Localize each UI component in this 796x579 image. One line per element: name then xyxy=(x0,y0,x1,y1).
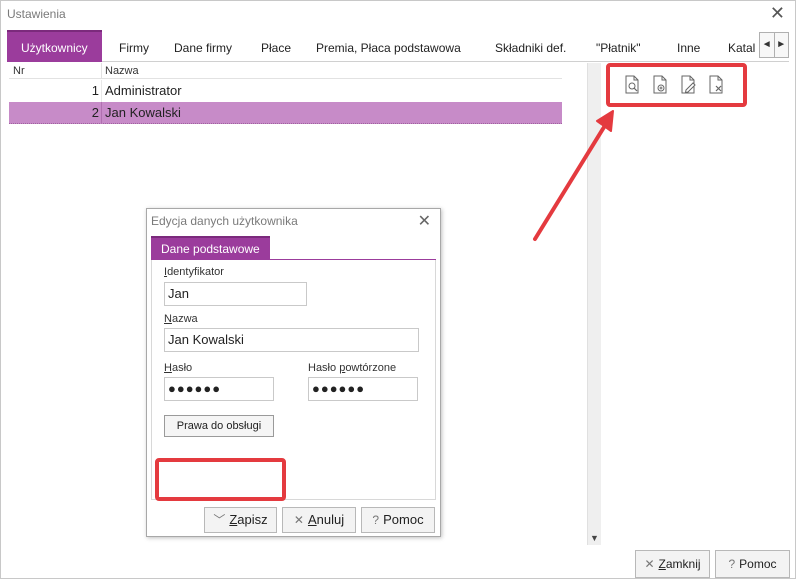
name-label: Nazwa xyxy=(164,313,198,325)
chevron-down-icon: ﹀ xyxy=(213,513,226,527)
column-header-name[interactable]: Nazwa xyxy=(105,65,139,77)
row-name: Administrator xyxy=(105,83,182,98)
tab-scroll-left-icon[interactable]: ◄ xyxy=(760,33,775,57)
help-icon: ? xyxy=(728,557,736,571)
dialog-title: Edycja danych użytkownika xyxy=(151,214,298,228)
tab-catalogs[interactable]: Katal xyxy=(728,34,758,62)
identifier-label: Identyfikator xyxy=(164,266,224,278)
rights-button-highlight xyxy=(155,458,286,501)
table-row-selected[interactable]: 2 Jan Kowalski xyxy=(9,102,562,124)
row-nr: 2 xyxy=(91,105,99,120)
tab-defined-components[interactable]: Składniki def. xyxy=(495,34,566,62)
dialog-form: Identyfikator Jan Nazwa Jan Kowalski Has… xyxy=(151,260,436,501)
password-label: Hasło xyxy=(164,362,193,374)
tab-platnik[interactable]: "Płatnik" xyxy=(596,34,641,62)
main-help-button[interactable]: ? Pomoc xyxy=(715,550,790,578)
identifier-field[interactable]: Jan xyxy=(164,282,307,306)
help-button[interactable]: ? Pomoc xyxy=(361,507,435,533)
tab-scroll-right-icon[interactable]: ► xyxy=(775,33,789,57)
cancel-button[interactable]: ✕ Anuluj xyxy=(282,507,356,533)
grid-header: Nr Nazwa xyxy=(9,63,562,79)
password-repeat-label: Hasło powtórzone xyxy=(308,362,397,374)
tab-users[interactable]: Użytkownicy xyxy=(7,30,102,62)
annotation-arrow xyxy=(533,110,614,241)
row-nr: 1 xyxy=(91,83,99,98)
settings-window: Ustawienia ✕ Użytkownicy Firmy Dane firm… xyxy=(0,0,796,579)
column-header-nr[interactable]: Nr xyxy=(13,65,25,77)
cancel-icon: ✕ xyxy=(293,513,304,527)
close-icon[interactable]: ✕ xyxy=(770,4,785,22)
tab-scroll-buttons: ◄ ► xyxy=(759,32,789,58)
toolbar-highlight xyxy=(606,63,747,107)
tab-companies[interactable]: Firmy xyxy=(119,34,149,62)
preview-document-icon[interactable] xyxy=(624,75,640,95)
close-button[interactable]: ✕ Zamknij xyxy=(635,550,710,578)
tab-bar: Użytkownicy Firmy Dane firmy Płace Premi… xyxy=(7,30,789,62)
help-icon: ? xyxy=(372,513,380,527)
close-x-icon: ✕ xyxy=(644,557,655,571)
name-field[interactable]: Jan Kowalski xyxy=(164,328,419,352)
delete-document-icon[interactable] xyxy=(708,75,724,95)
password-field[interactable]: ●●●●●● xyxy=(164,377,274,401)
tab-bonus-base-pay[interactable]: Premia, Płaca podstawowa xyxy=(316,34,461,62)
title-bar: Ustawienia ✕ xyxy=(1,1,795,29)
scroll-down-icon[interactable]: ▼ xyxy=(590,533,599,543)
tab-payroll[interactable]: Płace xyxy=(261,34,291,62)
save-button[interactable]: ﹀ Zapisz xyxy=(204,507,277,533)
window-title: Ustawienia xyxy=(7,7,66,21)
table-row[interactable]: 1 Administrator xyxy=(9,80,562,102)
add-document-icon[interactable] xyxy=(652,75,668,95)
tab-company-data[interactable]: Dane firmy xyxy=(174,34,232,62)
dialog-close-icon[interactable]: ✕ xyxy=(418,211,431,231)
row-name: Jan Kowalski xyxy=(105,105,181,120)
edit-document-icon[interactable] xyxy=(680,75,696,95)
tab-basic-data[interactable]: Dane podstawowe xyxy=(151,236,270,260)
access-rights-button[interactable]: Prawa do obsługi xyxy=(164,415,274,437)
edit-user-dialog: Edycja danych użytkownika ✕ Dane podstaw… xyxy=(146,208,441,537)
password-repeat-field[interactable]: ●●●●●● xyxy=(308,377,418,401)
tab-other[interactable]: Inne xyxy=(677,34,700,62)
